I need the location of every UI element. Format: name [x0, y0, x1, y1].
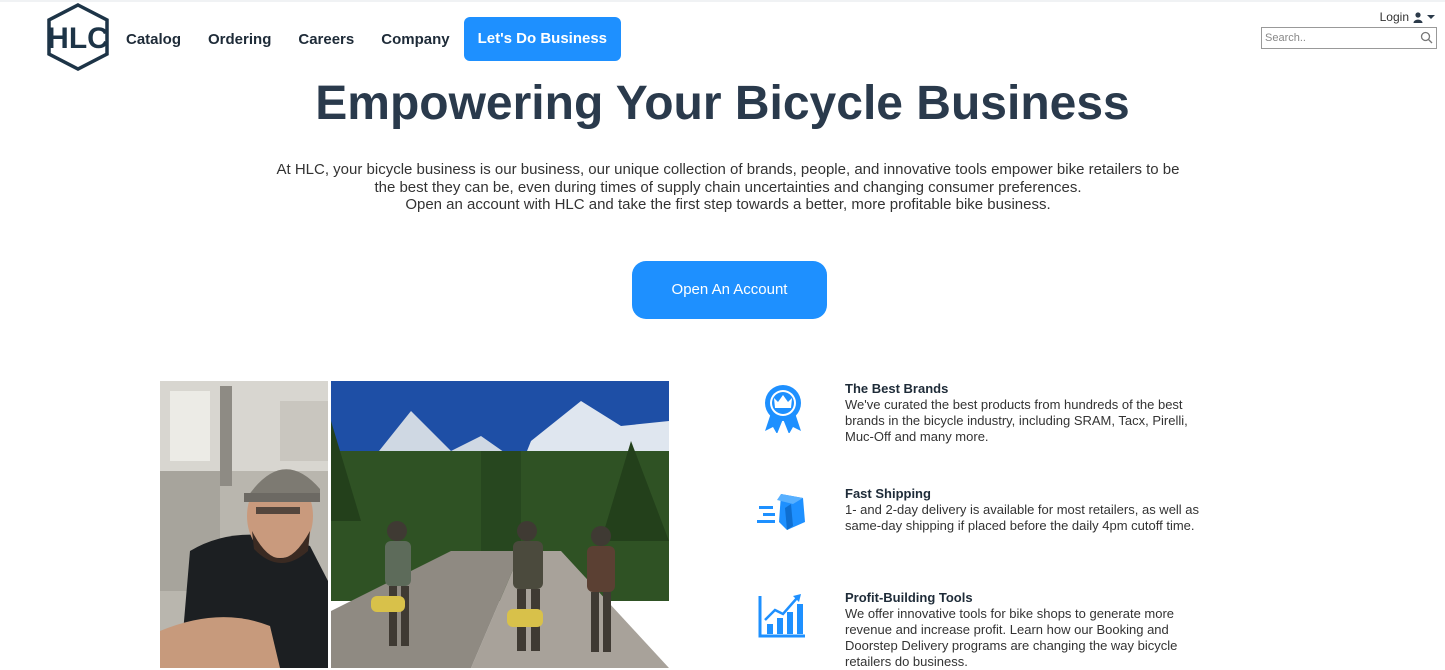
growth-chart-icon: [757, 590, 809, 642]
nav-item-company[interactable]: Company: [381, 31, 449, 48]
nav-item-careers[interactable]: Careers: [298, 31, 354, 48]
search-box: [1261, 27, 1437, 49]
feature-description: We offer innovative tools for bike shops…: [845, 606, 1178, 669]
logo-hexagon-icon: HLC: [47, 3, 109, 71]
feature-title: Profit-Building Tools: [845, 590, 973, 605]
hero-line: the best they can be, even during times …: [374, 178, 1082, 196]
top-border: [0, 0, 1445, 2]
ribbon-crown-icon: [757, 381, 809, 434]
login-menu[interactable]: Login: [1380, 10, 1435, 24]
hero-description: At HLC, your bicycle business is our bus…: [250, 161, 1206, 214]
nav-item-catalog[interactable]: Catalog: [126, 31, 181, 48]
user-icon: [1413, 11, 1423, 23]
hero-line: Open an account with HLC and take the fi…: [405, 196, 1051, 213]
feature-title: Fast Shipping: [845, 486, 931, 501]
feature-description: 1- and 2-day delivery is available for m…: [845, 502, 1200, 533]
open-account-button[interactable]: Open An Account: [632, 261, 827, 319]
hlc-logo[interactable]: HLC: [42, 2, 114, 72]
login-label: Login: [1379, 10, 1409, 24]
mechanic-photo: [160, 381, 328, 668]
logo-text: HLC: [47, 22, 109, 55]
feature-description: We've curated the best products from hun…: [845, 397, 1188, 444]
caret-down-icon: [1427, 15, 1435, 19]
feature-title: The Best Brands: [845, 381, 949, 396]
fast-box-icon: [757, 486, 809, 538]
main-nav: Catalog Ordering Careers Company Let's D…: [126, 17, 622, 61]
search-icon[interactable]: [1420, 31, 1433, 44]
hero-title: Empowering Your Bicycle Business: [315, 77, 1130, 130]
hero-line: At HLC, your bicycle business is our bus…: [276, 161, 1180, 178]
search-input[interactable]: [1262, 28, 1418, 48]
nav-item-ordering[interactable]: Ordering: [208, 31, 271, 48]
lets-do-business-button[interactable]: Let's Do Business: [463, 17, 622, 61]
cyclists-photo: [331, 381, 669, 668]
